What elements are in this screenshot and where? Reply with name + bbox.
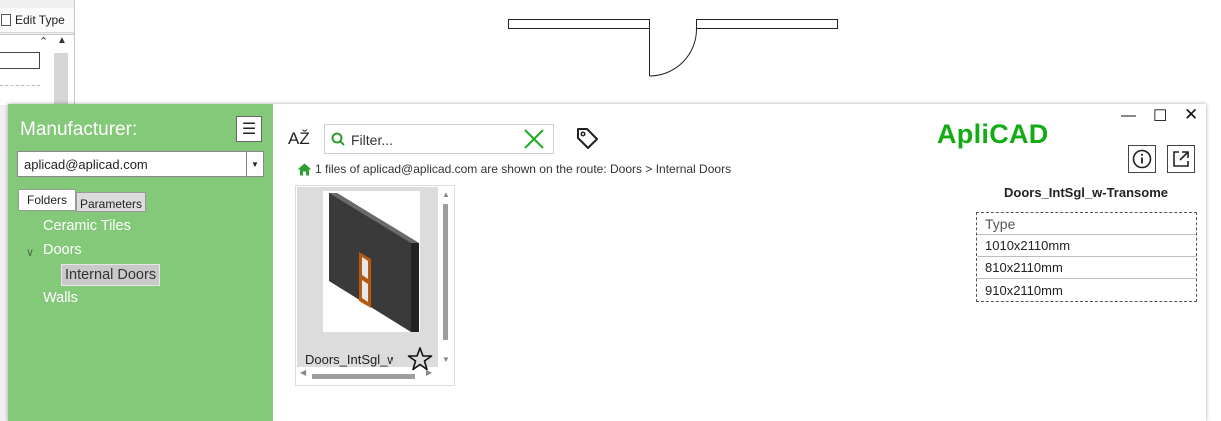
search-icon xyxy=(331,132,345,146)
door-preview-image xyxy=(329,193,419,332)
scroll-up-icon[interactable]: ▲ xyxy=(57,35,67,46)
maximize-icon[interactable]: ☐ xyxy=(1153,106,1167,126)
route-text: 1 files of aplicad@aplicad.com are shown… xyxy=(315,162,732,176)
tab-parameters[interactable]: Parameters xyxy=(76,192,147,212)
door-thumbnail xyxy=(323,191,420,332)
sidebar-tabs: Folders Parameters xyxy=(18,189,147,212)
content-area: AŽ 1 files of aplicad@aplicad.com are sh… xyxy=(273,104,1206,421)
chevron-down-icon[interactable]: ∨ xyxy=(26,246,34,259)
family-grid: Doors_IntSgl_w-Transome ▲ ▼ ◀ ▶ xyxy=(295,185,455,386)
sidebar: Manufacturer: ☰ aplicad@aplicad.com ▼ Fo… xyxy=(8,104,273,421)
door-plan-drawing xyxy=(508,19,838,77)
tree-item-ceramic-tiles[interactable]: Ceramic Tiles xyxy=(43,218,131,234)
type-row[interactable]: 810x2110mm xyxy=(977,257,1196,279)
scroll-up-arrow-icon[interactable]: ▲ xyxy=(442,190,450,199)
info-icon xyxy=(1132,149,1152,169)
edit-type-label: Edit Type xyxy=(15,13,65,27)
tab-folders[interactable]: Folders xyxy=(18,189,76,211)
family-card[interactable]: Doors_IntSgl_w-Transome xyxy=(297,187,438,371)
selected-family-name: Doors_IntSgl_w-Transome xyxy=(1004,185,1168,200)
info-button[interactable] xyxy=(1128,145,1156,173)
type-row[interactable]: 910x2110mm xyxy=(977,279,1196,301)
filter-input[interactable] xyxy=(349,129,523,151)
properties-scrollbar[interactable] xyxy=(54,53,68,105)
tag-icon[interactable] xyxy=(575,126,599,150)
grid-vertical-scrollbar[interactable]: ▲ ▼ xyxy=(440,188,452,366)
type-table: Type 1010x2110mm 810x2110mm 910x2110mm xyxy=(976,212,1197,302)
open-external-button[interactable] xyxy=(1167,145,1195,173)
row-divider xyxy=(0,85,40,86)
manufacturer-title: Manufacturer: xyxy=(20,119,138,140)
scroll-right-arrow-icon[interactable]: ▶ xyxy=(426,368,432,377)
collapse-icon[interactable]: ⌃ xyxy=(39,35,48,48)
scroll-left-arrow-icon[interactable]: ◀ xyxy=(300,368,306,377)
type-row[interactable]: 1010x2110mm xyxy=(977,235,1196,257)
sort-az-icon[interactable]: AŽ xyxy=(288,129,310,149)
filter-box xyxy=(324,124,554,154)
scroll-thumb[interactable] xyxy=(443,204,448,340)
open-external-icon xyxy=(1173,151,1189,167)
family-card-label: Doors_IntSgl_w-Transome xyxy=(305,352,393,367)
route-breadcrumb: 1 files of aplicad@aplicad.com are shown… xyxy=(297,162,731,176)
edit-type-icon xyxy=(1,14,11,26)
dropdown-arrow-icon[interactable]: ▼ xyxy=(246,152,263,176)
horizontal-scroll-thumb[interactable] xyxy=(312,374,415,379)
manufacturer-selected-value: aplicad@aplicad.com xyxy=(24,156,148,172)
tree-item-walls[interactable]: Walls xyxy=(43,290,78,306)
menu-button[interactable]: ☰ xyxy=(236,116,262,142)
scroll-down-arrow-icon[interactable]: ▼ xyxy=(442,355,450,364)
properties-grid: ⌃ ▲ xyxy=(0,34,74,105)
tree-item-internal-doors[interactable]: Internal Doors xyxy=(61,264,161,286)
minimize-icon[interactable]: — xyxy=(1121,107,1136,124)
edit-type-button[interactable]: Edit Type xyxy=(0,8,74,33)
library-dialog: Manufacturer: ☰ aplicad@aplicad.com ▼ Fo… xyxy=(8,104,1206,421)
brand-logo: ApliCAD xyxy=(937,119,1049,149)
clear-filter-icon[interactable] xyxy=(523,128,545,150)
hamburger-icon: ☰ xyxy=(241,121,257,138)
tree-item-doors[interactable]: Doors xyxy=(43,242,82,258)
property-field[interactable] xyxy=(0,52,40,69)
close-icon[interactable]: ✕ xyxy=(1184,105,1198,125)
manufacturer-select[interactable]: aplicad@aplicad.com ▼ xyxy=(17,151,264,177)
type-table-header: Type xyxy=(977,213,1196,235)
home-icon[interactable] xyxy=(297,163,312,176)
grid-horizontal-scrollbar[interactable]: ◀ ▶ xyxy=(298,368,436,382)
